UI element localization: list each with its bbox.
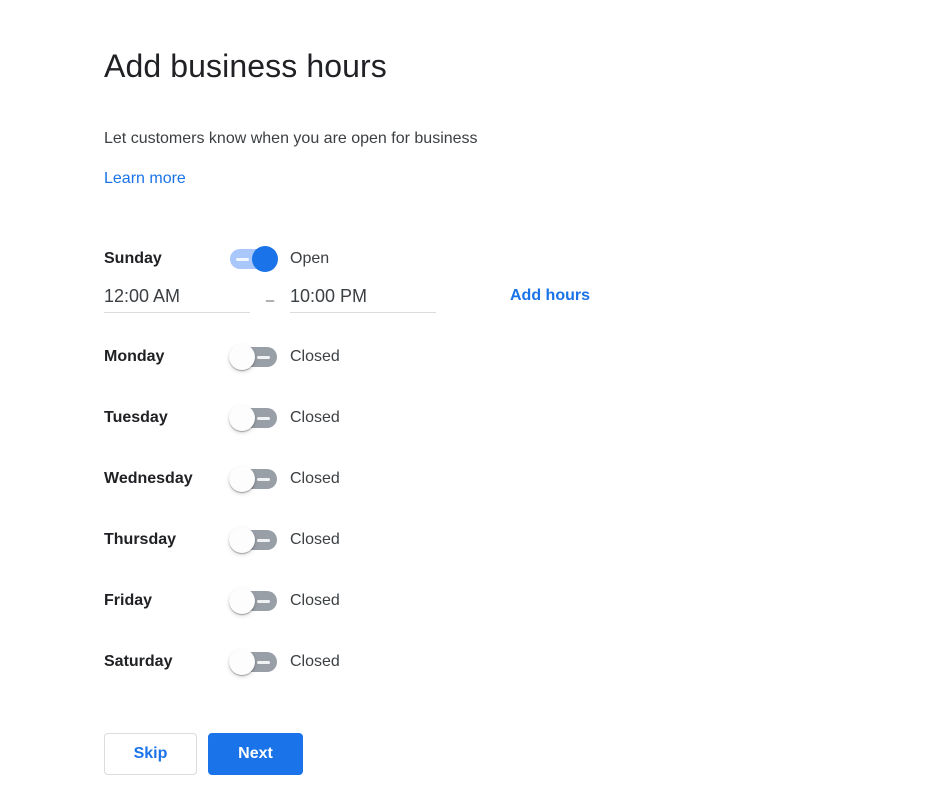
status-label-wednesday: Closed xyxy=(290,470,340,488)
status-label-tuesday: Closed xyxy=(290,409,340,427)
day-row-sunday: Sunday Open xyxy=(104,246,950,272)
toggle-tuesday[interactable] xyxy=(230,405,277,431)
toggle-wednesday[interactable] xyxy=(230,466,277,492)
toggle-thursday[interactable] xyxy=(230,527,277,553)
day-label-friday: Friday xyxy=(104,592,230,610)
day-label-tuesday: Tuesday xyxy=(104,409,230,427)
toggle-thumb xyxy=(229,588,255,614)
day-row-thursday: Thursday Closed xyxy=(104,527,950,553)
toggle-friday[interactable] xyxy=(230,588,277,614)
toggle-dash xyxy=(257,539,270,542)
page-title: Add business hours xyxy=(104,48,950,84)
add-hours-link[interactable]: Add hours xyxy=(510,285,590,305)
day-row-saturday: Saturday Closed xyxy=(104,649,950,675)
sunday-hours-row: – Add hours xyxy=(104,285,950,313)
skip-button[interactable]: Skip xyxy=(104,733,197,775)
toggle-thumb xyxy=(252,246,278,272)
main-content: Add business hours Let customers know wh… xyxy=(0,0,950,775)
status-label-thursday: Closed xyxy=(290,531,340,549)
toggle-thumb xyxy=(229,466,255,492)
time-range-separator: – xyxy=(250,285,290,309)
day-label-saturday: Saturday xyxy=(104,653,230,671)
toggle-sunday[interactable] xyxy=(230,246,277,272)
footer-actions: Skip Next xyxy=(104,733,950,775)
status-label-friday: Closed xyxy=(290,592,340,610)
toggle-thumb xyxy=(229,344,255,370)
page-subtitle: Let customers know when you are open for… xyxy=(104,129,950,148)
toggle-dash xyxy=(257,356,270,359)
day-row-wednesday: Wednesday Closed xyxy=(104,466,950,492)
day-row-friday: Friday Closed xyxy=(104,588,950,614)
learn-more-link[interactable]: Learn more xyxy=(104,169,186,188)
day-label-thursday: Thursday xyxy=(104,531,230,549)
status-label-sunday: Open xyxy=(290,250,329,268)
close-time-input[interactable] xyxy=(290,285,436,313)
toggle-dash xyxy=(236,258,249,261)
status-label-saturday: Closed xyxy=(290,653,340,671)
day-label-wednesday: Wednesday xyxy=(104,470,230,488)
toggle-monday[interactable] xyxy=(230,344,277,370)
open-time-input[interactable] xyxy=(104,285,250,313)
day-row-tuesday: Tuesday Closed xyxy=(104,405,950,431)
status-label-monday: Closed xyxy=(290,348,340,366)
toggle-dash xyxy=(257,478,270,481)
day-label-monday: Monday xyxy=(104,348,230,366)
day-row-monday: Monday Closed xyxy=(104,344,950,370)
toggle-saturday[interactable] xyxy=(230,649,277,675)
toggle-dash xyxy=(257,661,270,664)
toggle-dash xyxy=(257,417,270,420)
day-label-sunday: Sunday xyxy=(104,250,230,268)
toggle-thumb xyxy=(229,527,255,553)
toggle-dash xyxy=(257,600,270,603)
toggle-thumb xyxy=(229,649,255,675)
add-business-hours-page: Add business hours Let customers know wh… xyxy=(0,0,950,795)
toggle-thumb xyxy=(229,405,255,431)
next-button[interactable]: Next xyxy=(208,733,303,775)
